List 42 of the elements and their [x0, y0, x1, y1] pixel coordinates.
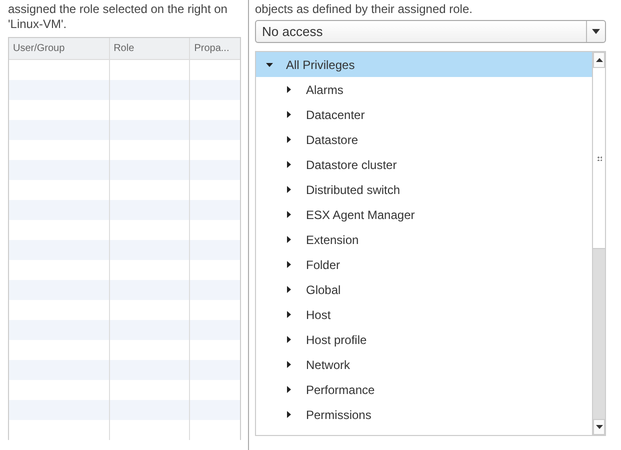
collapsed-caret-icon [287, 311, 291, 318]
description-text: assigned the role selected on the right on [8, 2, 228, 17]
collapsed-caret-icon [287, 336, 291, 343]
collapsed-caret-icon [287, 136, 291, 143]
collapsed-caret-icon [287, 361, 291, 368]
tree-item[interactable]: All Privileges [256, 52, 592, 77]
scrollbar[interactable] [592, 52, 605, 435]
column-header[interactable]: Role [110, 38, 190, 59]
scroll-up-icon [596, 58, 602, 62]
tree-item[interactable]: Datastore [256, 127, 592, 152]
collapsed-caret-icon [287, 186, 291, 193]
caret-icon [592, 29, 600, 34]
tree-item[interactable]: Host profile [256, 327, 592, 352]
tree-item[interactable]: Network [256, 352, 592, 377]
collapsed-caret-icon [287, 411, 291, 418]
tree-item[interactable]: Datacenter [256, 102, 592, 127]
grip-icon [596, 156, 602, 160]
tree-item[interactable]: Alarms [256, 77, 592, 102]
collapsed-caret-icon [287, 86, 291, 93]
collapsed-caret-icon [287, 111, 291, 118]
scroll-down-icon [596, 425, 602, 429]
collapsed-caret-icon [287, 261, 291, 268]
collapsed-caret-icon [287, 161, 291, 168]
collapsed-caret-icon [287, 236, 291, 243]
expanded-caret-icon [266, 62, 272, 66]
description-text: 'Linux-VM'. [8, 17, 68, 32]
column-header[interactable]: Propa... [190, 38, 240, 59]
column-header[interactable]: User/Group [9, 38, 110, 59]
tree-item[interactable]: Folder [256, 252, 592, 277]
tree-item[interactable]: Datastore cluster [256, 152, 592, 177]
tree-item[interactable]: Host [256, 302, 592, 327]
tree-item[interactable]: Permissions [256, 402, 592, 427]
tree-item[interactable]: ESX Agent Manager [256, 202, 592, 227]
collapsed-caret-icon [287, 386, 291, 393]
tree-item[interactable]: Performance [256, 377, 592, 402]
description-text: objects as defined by their assigned role. [255, 1, 474, 18]
collapsed-caret-icon [287, 211, 291, 218]
collapsed-caret-icon [287, 286, 291, 293]
tree-item[interactable]: Extension [256, 227, 592, 252]
tree-item[interactable]: Global [256, 277, 592, 302]
role-dropdown[interactable]: No access [255, 20, 606, 43]
tree-item[interactable]: Distributed switch [256, 177, 592, 202]
